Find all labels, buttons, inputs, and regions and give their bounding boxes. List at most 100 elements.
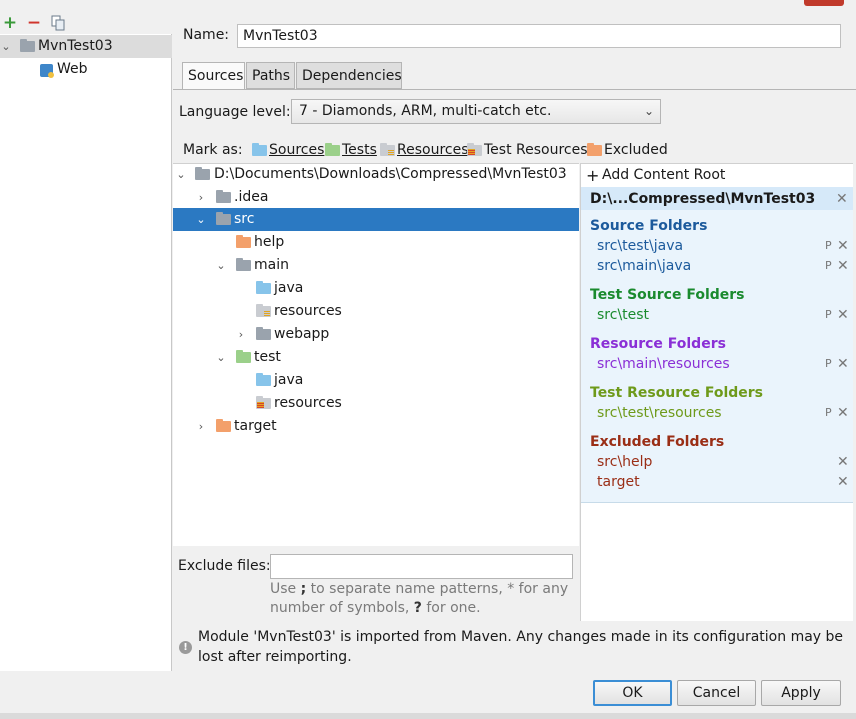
add-content-root-label: Add Content Root (602, 167, 726, 183)
folder-entry: target (597, 474, 640, 490)
taskbar-edge (0, 713, 856, 719)
tab-paths[interactable]: Paths (246, 62, 295, 89)
tree-item-label: D:\Documents\Downloads\Compressed\MvnTes… (214, 166, 567, 182)
folder-entry: src\test\resources (597, 405, 722, 421)
cancel-button[interactable]: Cancel (677, 680, 756, 706)
test-resource-folder-icon (467, 143, 482, 156)
chevron-down-icon[interactable]: ⌄ (195, 208, 207, 231)
mark-as-label: Test Resources (484, 142, 588, 158)
chevron-down-icon[interactable]: ⌄ (0, 35, 12, 58)
mark-as-label: Tests (342, 142, 377, 158)
tree-item-label: test (254, 349, 281, 365)
hint-text: to separate name patterns, * for any (306, 581, 569, 597)
tree-item-label: webapp (274, 326, 330, 342)
tree-item-label: help (254, 234, 285, 250)
chevron-right-icon[interactable]: › (235, 323, 247, 346)
edit-properties-icon[interactable]: P (825, 236, 836, 256)
source-folder-icon (256, 281, 271, 294)
tab-label: Dependencies (302, 68, 402, 84)
copy-icon[interactable] (50, 15, 66, 31)
test-folder-icon (236, 350, 251, 363)
group-title-source: Source Folders (590, 218, 708, 234)
module-tree-label: Web (57, 61, 88, 77)
mark-as-label: Sources (269, 142, 325, 158)
add-icon[interactable]: + (2, 15, 18, 32)
chevron-down-icon[interactable]: ⌄ (215, 346, 227, 369)
folder-entry: src\main\resources (597, 356, 730, 372)
hint-text: for one. (421, 600, 481, 616)
mark-as-label: Resources (397, 142, 469, 158)
mark-as-label: Mark as: (183, 142, 243, 158)
mark-as-label: Excluded (604, 142, 668, 158)
remove-folder-icon[interactable]: ✕ (837, 472, 850, 492)
hint-text: Use (270, 581, 301, 597)
tree-item-label: resources (274, 303, 342, 319)
module-tree-panel (0, 12, 172, 671)
folder-entry: src\test\java (597, 238, 684, 254)
tree-item-label: target (234, 418, 277, 434)
hint-bold: ? (413, 600, 422, 616)
remove-content-root-icon[interactable]: ✕ (836, 189, 850, 209)
window-close-button[interactable] (804, 0, 844, 6)
remove-folder-icon[interactable]: ✕ (837, 305, 850, 325)
remove-folder-icon[interactable]: ✕ (837, 236, 850, 256)
maven-info-line1: Module 'MvnTest03' is imported from Mave… (198, 629, 844, 645)
module-tree-label: MvnTest03 (38, 38, 113, 54)
tree-item-label: resources (274, 395, 342, 411)
folder-icon (236, 258, 251, 271)
remove-folder-icon[interactable]: ✕ (837, 452, 850, 472)
edit-properties-icon[interactable]: P (825, 256, 836, 276)
module-folder-icon (20, 39, 35, 52)
exclude-files-field[interactable] (270, 554, 573, 579)
hint-text: number of symbols, (270, 600, 414, 616)
language-level-value: 7 - Diamonds, ARM, multi-catch etc. (299, 103, 552, 119)
folder-entry: src\main\java (597, 258, 692, 274)
language-level-select[interactable]: 7 - Diamonds, ARM, multi-catch etc. ⌄ (291, 99, 661, 124)
maven-info-line2: lost after reimporting. (198, 649, 352, 665)
chevron-down-icon[interactable]: ⌄ (175, 163, 187, 186)
resource-folder-icon (380, 143, 395, 156)
tab-dependencies[interactable]: Dependencies (296, 62, 402, 89)
info-icon: ! (179, 641, 192, 654)
content-root-path: D:\...Compressed\MvnTest03 (590, 191, 816, 207)
remove-folder-icon[interactable]: ✕ (837, 354, 850, 374)
group-title-test-source: Test Source Folders (590, 287, 745, 303)
button-label: OK (622, 685, 643, 701)
tree-item-label: src (234, 211, 255, 227)
excluded-folder-icon (236, 235, 251, 248)
folder-icon (216, 190, 231, 203)
folder-entry: src\test (597, 307, 650, 323)
copy-icon-glyph (51, 15, 65, 31)
edit-properties-icon[interactable]: P (825, 354, 836, 374)
remove-icon[interactable]: − (26, 15, 42, 32)
group-title-resource: Resource Folders (590, 336, 726, 352)
test-resource-folder-icon (256, 396, 271, 409)
module-name-field[interactable] (237, 24, 841, 48)
chevron-down-icon[interactable]: ⌄ (215, 254, 227, 277)
remove-folder-icon[interactable]: ✕ (837, 256, 850, 276)
name-label: Name: (183, 27, 230, 43)
source-folder-icon (252, 143, 267, 156)
apply-button[interactable]: Apply (761, 680, 841, 706)
web-facet-icon (40, 64, 54, 78)
excluded-folder-icon (216, 419, 231, 432)
language-level-label: Language level: (179, 104, 291, 120)
ok-button[interactable]: OK (593, 680, 672, 706)
tab-sources[interactable]: Sources (182, 62, 245, 90)
group-title-excluded: Excluded Folders (590, 434, 725, 450)
source-folder-icon (256, 373, 271, 386)
chevron-right-icon[interactable]: › (195, 186, 207, 209)
group-title-test-resource: Test Resource Folders (590, 385, 764, 401)
exclude-hint-line2: number of symbols, ? for one. (270, 600, 481, 616)
folder-icon (216, 212, 231, 225)
tree-item-label: .idea (234, 189, 269, 205)
edit-properties-icon[interactable]: P (825, 403, 836, 423)
folder-entry: src\help (597, 454, 653, 470)
remove-folder-icon[interactable]: ✕ (837, 403, 850, 423)
exclude-files-label: Exclude files: (178, 558, 271, 574)
edit-properties-icon[interactable]: P (825, 305, 836, 325)
test-folder-icon (325, 143, 340, 156)
button-label: Cancel (692, 685, 741, 701)
chevron-right-icon[interactable]: › (195, 415, 207, 438)
tree-item-label: java (274, 372, 304, 388)
